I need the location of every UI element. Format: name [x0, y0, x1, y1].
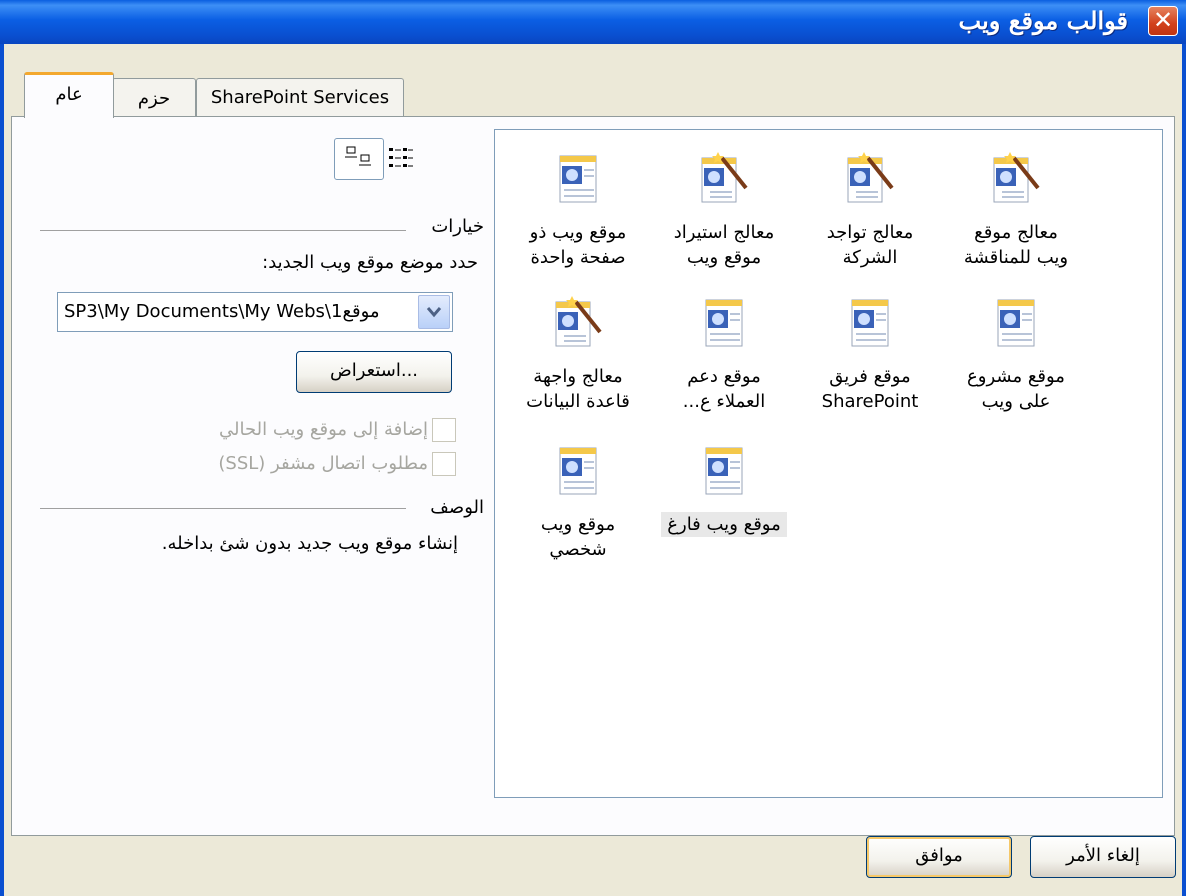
window-title: قوالب موقع ويب: [958, 6, 1128, 35]
web-page-icon: [997, 299, 1035, 347]
web-page-icon: [851, 299, 889, 347]
template-label: موقع ويب فارغ: [661, 512, 787, 537]
wizard-icon: [701, 152, 748, 203]
web-page-icon: [559, 447, 597, 495]
template-label: معالج واجهة قاعدة البيانات: [526, 366, 630, 412]
wizard-icon: [993, 152, 1040, 203]
tab-sharepoint-services[interactable]: SharePoint Services: [196, 78, 404, 116]
wizard-icon: [847, 152, 894, 203]
template-database-interface-wizard[interactable]: معالج واجهة قاعدة البيانات: [503, 292, 653, 414]
large-icons-view-button[interactable]: [334, 138, 384, 180]
ssl-required-checkbox[interactable]: مطلوب اتصال مشفر (SSL): [156, 450, 456, 480]
template-label: معالج استيراد موقع ويب: [673, 222, 775, 268]
details-view-button[interactable]: [388, 146, 414, 174]
description-divider: [40, 508, 406, 509]
close-icon: ✕: [1152, 6, 1174, 34]
template-import-wizard[interactable]: معالج استيراد موقع ويب: [649, 148, 799, 270]
checkbox-box[interactable]: [432, 418, 456, 442]
template-label: موقع ويب ذو صفحة واحدة: [529, 222, 627, 268]
chevron-down-icon: [426, 307, 442, 318]
template-personal-site[interactable]: موقع ويب شخصي: [503, 440, 653, 562]
template-empty-site[interactable]: موقع ويب فارغ: [635, 440, 813, 537]
list-icon: [389, 148, 413, 167]
ok-button[interactable]: موافق: [866, 836, 1012, 878]
template-label: معالج موقع ويب للمناقشة: [963, 222, 1069, 268]
ssl-required-label: مطلوب اتصال مشفر (SSL): [218, 453, 428, 474]
close-button[interactable]: ✕: [1148, 6, 1178, 36]
tab-packages[interactable]: حزم: [112, 78, 196, 116]
tab-general[interactable]: عام: [24, 72, 114, 118]
template-list[interactable]: معالج موقع ويب للمناقشة معالج تواجد الشركة…: [494, 129, 1163, 798]
location-label: حدد موضع موقع ويب الجديد:: [262, 252, 478, 273]
location-combobox[interactable]: SP3\My Documents\My Webs\موقع1: [57, 292, 453, 332]
web-page-icon: [705, 299, 743, 347]
template-project-site[interactable]: موقع مشروع على ويب: [941, 292, 1091, 414]
wizard-icon: [555, 296, 602, 347]
web-page-icon: [559, 155, 597, 203]
options-heading: خيارات: [431, 216, 484, 237]
cancel-button[interactable]: إلغاء الأمر: [1030, 836, 1176, 878]
description-text: إنشاء موقع ويب جديد بدون شئ بداخله.: [161, 533, 458, 554]
combobox-dropdown-button[interactable]: [418, 295, 450, 329]
template-label: معالج تواجد الشركة: [826, 222, 914, 268]
template-label: موقع دعم العملاء ع...: [682, 366, 766, 412]
location-value: SP3\My Documents\My Webs\موقع1: [64, 301, 380, 322]
add-to-current-site-label: إضافة إلى موقع ويب الحالي: [219, 419, 428, 440]
template-sharepoint-team-site[interactable]: موقع فريق SharePoint: [795, 292, 945, 414]
description-heading: الوصف: [430, 497, 484, 518]
browse-button[interactable]: استعراض...: [296, 351, 452, 393]
large-icons-icon: [345, 146, 371, 166]
tab-sharepoint-services-label: SharePoint Services: [210, 87, 390, 108]
tab-general-label: عام: [55, 84, 83, 105]
options-divider: [40, 230, 406, 231]
template-label: موقع مشروع على ويب: [967, 366, 1065, 412]
tab-packages-label: حزم: [137, 88, 171, 109]
template-one-page-site[interactable]: موقع ويب ذو صفحة واحدة: [503, 148, 653, 270]
template-discussion-wizard[interactable]: معالج موقع ويب للمناقشة: [941, 148, 1091, 270]
add-to-current-site-checkbox[interactable]: إضافة إلى موقع ويب الحالي: [156, 416, 456, 446]
checkbox-box[interactable]: [432, 452, 456, 476]
web-page-icon: [705, 447, 743, 495]
title-bar: قوالب موقع ويب ✕: [0, 0, 1186, 44]
template-label: موقع فريق SharePoint: [821, 366, 919, 412]
template-label: موقع ويب شخصي: [540, 514, 616, 560]
template-corporate-presence-wizard[interactable]: معالج تواجد الشركة: [795, 148, 945, 270]
template-customer-support-site[interactable]: موقع دعم العملاء ع...: [649, 292, 799, 414]
